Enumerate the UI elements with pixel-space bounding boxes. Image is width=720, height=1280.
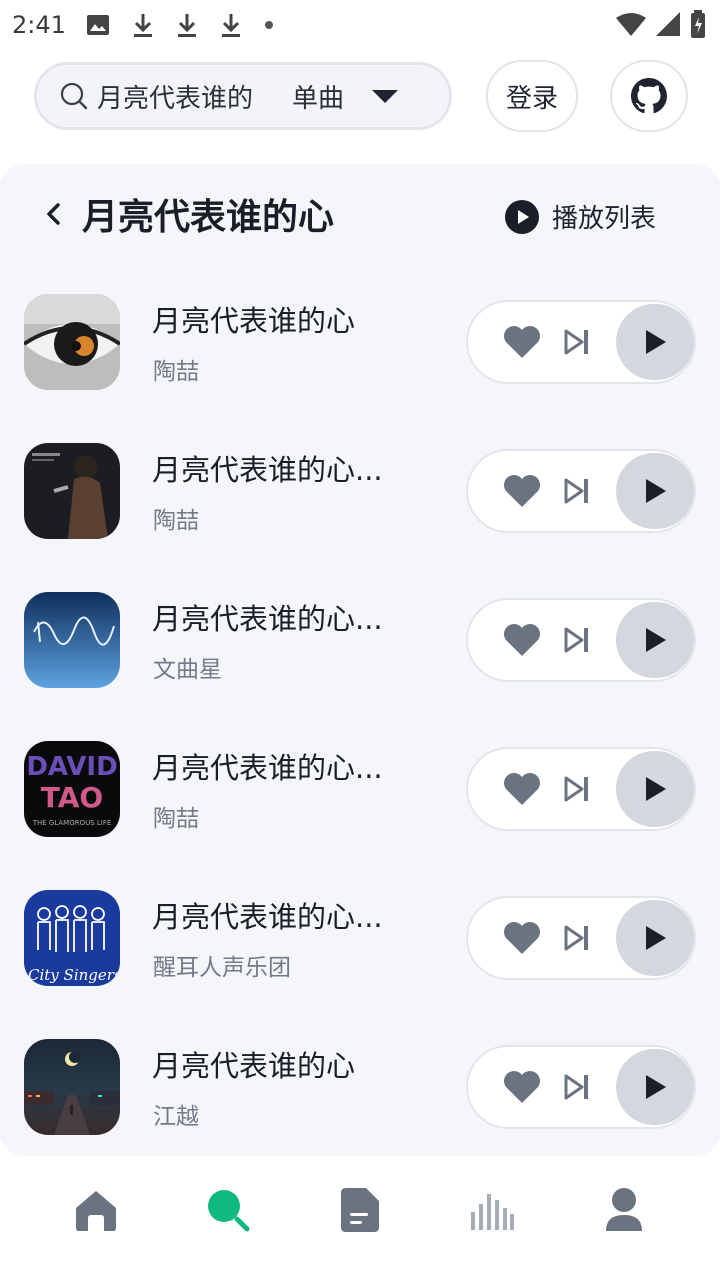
top-bar: 月亮代表谁的 单曲 登录: [0, 60, 720, 132]
song-row[interactable]: 月亮代表谁的心... 文曲星: [0, 592, 720, 712]
panel-header: 月亮代表谁的心 播放列表: [0, 164, 720, 264]
image-notification-icon: [86, 15, 109, 35]
song-row[interactable]: 月亮代表谁的心 陶喆: [0, 294, 720, 414]
next-track-icon[interactable]: [564, 1073, 590, 1101]
play-icon: [646, 479, 666, 503]
search-icon: [60, 82, 88, 110]
heart-icon[interactable]: [502, 920, 542, 956]
battery-icon: [691, 10, 705, 38]
song-row[interactable]: 月亮代表谁的心... 陶喆: [0, 443, 720, 563]
github-icon: [631, 78, 667, 114]
bottom-nav: [0, 1160, 720, 1260]
song-row[interactable]: DAVID TAO THE GLAMOROUS LIFE 月亮代表谁的心... …: [0, 741, 720, 861]
nav-documents[interactable]: [330, 1180, 390, 1240]
song-title: 月亮代表谁的心: [152, 1049, 356, 1083]
status-time: 2:41: [12, 11, 66, 39]
heart-icon[interactable]: [502, 473, 542, 509]
search-type-select[interactable]: 单曲: [292, 78, 344, 115]
eye-cover-image: [24, 294, 120, 390]
download-icon: [177, 14, 196, 37]
cover-text-david: DAVID: [26, 752, 117, 782]
play-icon: [646, 1075, 666, 1099]
playlist-button[interactable]: 播放列表: [504, 198, 656, 235]
heart-icon[interactable]: [502, 622, 542, 658]
song-title: 月亮代表谁的心...: [152, 453, 383, 487]
song-controls: [466, 300, 696, 384]
song-artist: 陶喆: [153, 806, 199, 832]
status-bar: 2:41: [0, 0, 720, 50]
song-title: 月亮代表谁的心...: [152, 602, 383, 636]
play-icon: [646, 777, 666, 801]
song-title: 月亮代表谁的心...: [152, 751, 383, 785]
song-artist: 江越: [153, 1104, 199, 1130]
song-title: 月亮代表谁的心: [152, 304, 356, 338]
song-artist: 陶喆: [153, 508, 199, 534]
song-controls: [466, 747, 696, 831]
next-track-icon[interactable]: [564, 626, 590, 654]
profile-icon: [606, 1188, 642, 1231]
login-button[interactable]: 登录: [486, 60, 578, 132]
results-panel: 月亮代表谁的心 播放列表 月亮代表谁的心 陶喆 月亮代表谁的心... 陶喆 月亮…: [0, 164, 720, 1156]
play-circle-icon: [505, 199, 539, 234]
download-icon: [133, 14, 152, 37]
page-title: 月亮代表谁的心: [82, 197, 335, 238]
next-track-icon[interactable]: [564, 477, 590, 505]
next-track-icon[interactable]: [564, 328, 590, 356]
next-track-icon[interactable]: [564, 924, 590, 952]
song-artist: 醒耳人声乐团: [153, 955, 291, 981]
play-button[interactable]: [616, 751, 694, 827]
cover-text-tao: TAO: [41, 781, 103, 814]
song-row[interactable]: 月亮代表谁的心 江越: [0, 1039, 720, 1159]
play-button[interactable]: [616, 1049, 694, 1125]
back-arrow-icon[interactable]: [40, 200, 68, 228]
song-controls: [466, 896, 696, 980]
song-artist: 陶喆: [153, 359, 199, 385]
night-street-cover-image: [24, 1039, 120, 1135]
download-icon: [221, 14, 240, 37]
wifi-icon: [616, 13, 646, 36]
play-icon: [646, 926, 666, 950]
chart-icon: [471, 1194, 514, 1230]
heart-icon[interactable]: [502, 1069, 542, 1105]
song-controls: [466, 598, 696, 682]
blue-handwriting-cover-image: [24, 592, 120, 688]
document-icon: [341, 1188, 379, 1232]
cover-text-city-singers: City Singers: [28, 966, 120, 984]
heart-icon[interactable]: [502, 771, 542, 807]
playlist-label: 播放列表: [552, 204, 657, 234]
play-icon: [646, 628, 666, 652]
city-singers-cover-image: City Singers: [24, 890, 120, 986]
nav-charts[interactable]: [462, 1180, 522, 1240]
singer-cover-image: [24, 443, 120, 539]
nav-profile[interactable]: [594, 1180, 654, 1240]
song-title: 月亮代表谁的心...: [152, 900, 383, 934]
david-tao-cover-image: DAVID TAO THE GLAMOROUS LIFE: [24, 741, 120, 837]
github-button[interactable]: [610, 60, 688, 132]
signal-icon: [656, 12, 680, 36]
nav-home[interactable]: [66, 1180, 126, 1240]
play-button[interactable]: [616, 900, 694, 976]
home-icon: [76, 1191, 116, 1231]
cover-text-subtitle: THE GLAMOROUS LIFE: [32, 819, 112, 827]
play-button[interactable]: [616, 602, 694, 678]
play-button[interactable]: [616, 453, 694, 529]
dot-icon: [264, 21, 273, 29]
nav-search[interactable]: [198, 1180, 258, 1240]
chevron-down-icon[interactable]: [372, 89, 399, 103]
heart-icon[interactable]: [502, 324, 542, 360]
song-artist: 文曲星: [153, 657, 222, 683]
search-input[interactable]: 月亮代表谁的: [97, 78, 262, 115]
song-controls: [466, 449, 696, 533]
play-icon: [646, 330, 666, 354]
search-icon: [208, 1190, 250, 1232]
song-controls: [466, 1045, 696, 1129]
next-track-icon[interactable]: [564, 775, 590, 803]
song-row[interactable]: City Singers 月亮代表谁的心... 醒耳人声乐团: [0, 890, 720, 1010]
search-bar[interactable]: 月亮代表谁的 单曲: [34, 62, 452, 130]
play-button[interactable]: [616, 304, 694, 380]
